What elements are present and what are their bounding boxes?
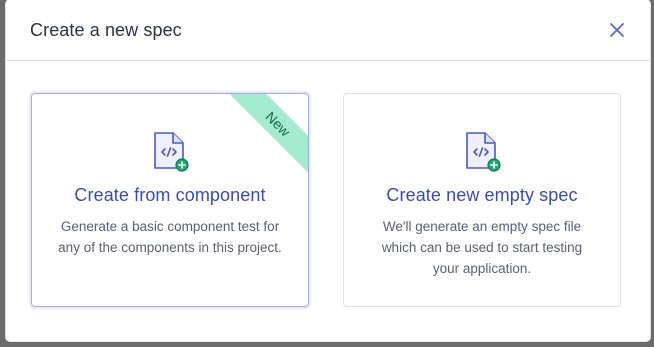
close-button[interactable] (608, 21, 626, 39)
create-spec-dialog: Create a new spec New Create from compon… (6, 0, 650, 341)
file-code-add-icon (154, 132, 189, 172)
dialog-header: Create a new spec (6, 0, 650, 61)
dialog-title: Create a new spec (30, 20, 182, 40)
new-badge: New (226, 94, 308, 176)
card-description: Generate a basic component test for any … (58, 219, 282, 255)
card-title: Create new empty spec (386, 185, 578, 205)
card-description: We'll generate an empty spec file which … (381, 219, 583, 276)
create-empty-spec-card[interactable]: Create new empty spec We'll generate an … (343, 93, 621, 307)
file-code-add-icon (466, 132, 501, 172)
card-title: Create from component (74, 185, 266, 205)
create-from-component-card[interactable]: New Create from component Generate a bas… (31, 93, 309, 307)
close-icon (610, 23, 624, 37)
